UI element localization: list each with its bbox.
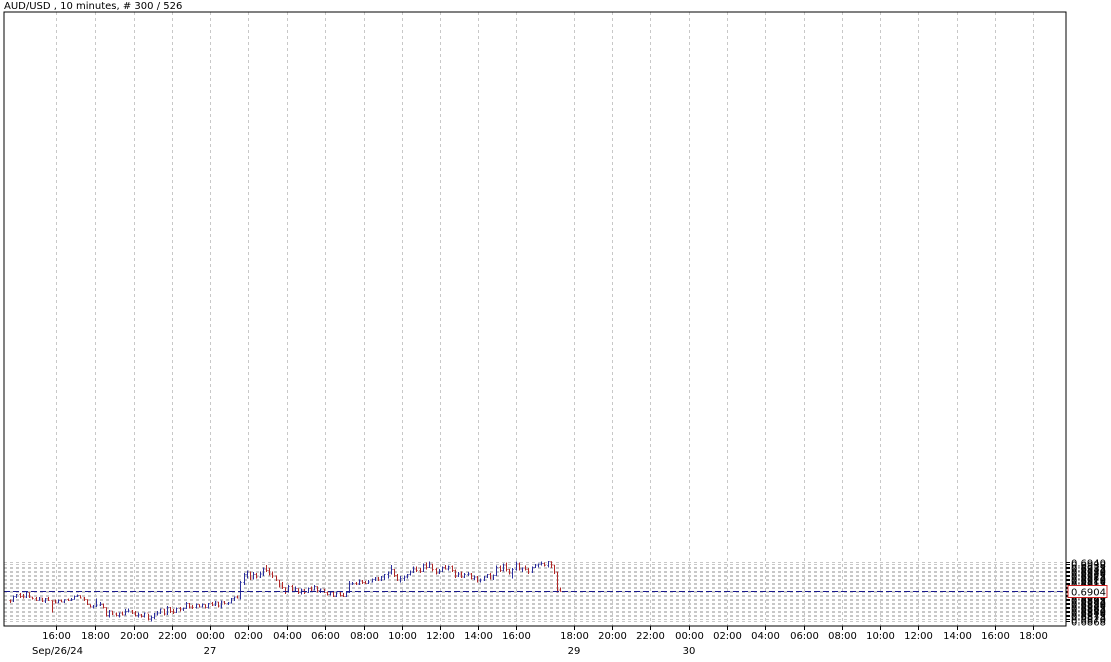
last-price-badge: 0.6904 <box>1067 585 1108 599</box>
chart-title: AUD/USD , 10 minutes, # 300 / 526 <box>4 1 182 12</box>
x-tick-label: 12:00 <box>904 631 933 642</box>
x-tick-label: 02:00 <box>713 631 742 642</box>
x-tick-label: 22:00 <box>636 631 665 642</box>
x-tick-label: 04:00 <box>273 631 302 642</box>
y-tick-label: 0.6940 <box>1071 559 1106 570</box>
x-tick-label: 06:00 <box>790 631 819 642</box>
x-tick-label: 00:00 <box>196 631 225 642</box>
date-label: 30 <box>683 646 696 657</box>
x-tick-label: 18:00 <box>1019 631 1048 642</box>
x-tick-label: 20:00 <box>120 631 149 642</box>
date-label: Sep/26/24 <box>32 646 83 657</box>
x-tick-label: 14:00 <box>943 631 972 642</box>
x-tick-label: 12:00 <box>426 631 455 642</box>
x-tick-label: 14:00 <box>464 631 493 642</box>
x-tick-label: 10:00 <box>388 631 417 642</box>
x-tick-label: 16:00 <box>981 631 1010 642</box>
x-tick-label: 00:00 <box>675 631 704 642</box>
x-tick-label: 06:00 <box>311 631 340 642</box>
last-price-label: 0.6904 <box>1071 588 1106 599</box>
date-label: 29 <box>568 646 581 657</box>
x-tick-label: 18:00 <box>81 631 110 642</box>
x-tick-label: 16:00 <box>42 631 71 642</box>
x-tick-label: 20:00 <box>598 631 627 642</box>
x-tick-label: 18:00 <box>560 631 589 642</box>
x-tick-label: 10:00 <box>866 631 895 642</box>
x-tick-label: 04:00 <box>751 631 780 642</box>
date-label: 27 <box>204 646 217 657</box>
x-tick-label: 02:00 <box>234 631 263 642</box>
x-tick-label: 22:00 <box>158 631 187 642</box>
x-tick-label: 08:00 <box>828 631 857 642</box>
price-chart[interactable]: 0.68680.68700.68730.68750.68780.68800.68… <box>0 0 1111 662</box>
x-tick-label: 16:00 <box>502 631 531 642</box>
x-tick-label: 08:00 <box>350 631 379 642</box>
